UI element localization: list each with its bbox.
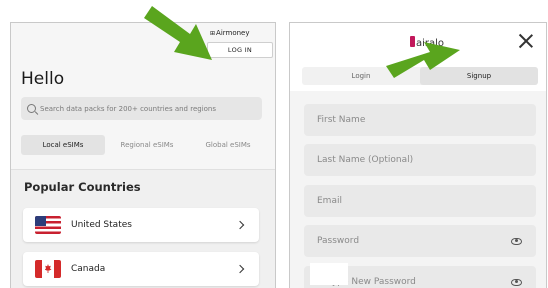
country-name: Canada	[71, 264, 106, 274]
password-placeholder: Password	[317, 236, 360, 246]
esim-tabs: Local eSIMs Regional eSIMs Global eSIMs	[21, 135, 267, 155]
chevron-right-icon	[235, 220, 245, 230]
close-icon[interactable]	[518, 33, 534, 49]
last-name-placeholder: Last Name (Optional)	[317, 155, 414, 165]
first-name-placeholder: First Name	[317, 115, 366, 125]
password-field[interactable]: Password	[304, 225, 536, 257]
eye-icon[interactable]	[511, 278, 522, 286]
search-placeholder: Search data packs for 200+ countries and…	[40, 104, 217, 113]
tab-regional-esims[interactable]: Regional eSIMs	[105, 135, 189, 155]
email-field[interactable]: Email	[304, 185, 536, 217]
eye-icon[interactable]	[511, 237, 522, 245]
popular-countries-title: Popular Countries	[24, 180, 141, 194]
country-name: United States	[71, 220, 132, 230]
country-item-canada[interactable]: Canada	[23, 252, 259, 286]
overlay-patch	[310, 263, 348, 285]
canada-flag-icon	[35, 260, 61, 278]
tab-local-esims[interactable]: Local eSIMs	[21, 135, 105, 155]
tab-global-esims[interactable]: Global eSIMs	[189, 135, 267, 155]
search-icon	[27, 104, 36, 113]
email-placeholder: Email	[317, 196, 342, 206]
arrow-to-signup-tab-icon	[386, 42, 460, 78]
country-item-united-states[interactable]: United States	[23, 208, 259, 242]
greeting-heading: Hello	[21, 69, 65, 89]
us-flag-icon	[35, 216, 61, 234]
first-name-field[interactable]: First Name	[304, 104, 536, 136]
last-name-field[interactable]: Last Name (Optional)	[304, 144, 536, 176]
comparison-screenshot: ⊞Airmoney LOG IN Hello Search data packs…	[0, 0, 548, 288]
search-input[interactable]: Search data packs for 200+ countries and…	[21, 97, 262, 120]
popular-countries-section: Popular Countries United States Canada	[11, 169, 275, 288]
arrow-to-login-button-icon	[144, 6, 212, 60]
airmoney-brand-name: Airmoney	[216, 29, 250, 37]
chevron-right-icon	[235, 264, 245, 274]
